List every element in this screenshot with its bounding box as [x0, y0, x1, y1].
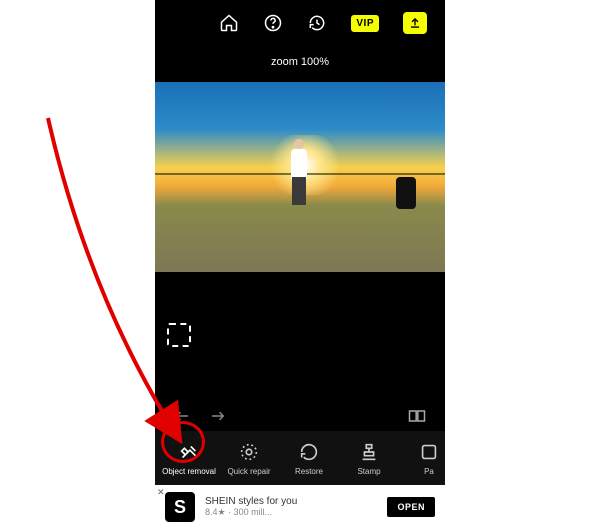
photo-subject-photographer: [396, 177, 422, 217]
compare-icon[interactable]: [407, 406, 427, 426]
tool-restore[interactable]: Restore: [281, 441, 337, 476]
undo-icon[interactable]: [173, 407, 191, 425]
history-bar: [155, 401, 445, 431]
selection-frame-icon[interactable]: [167, 323, 191, 347]
ad-open-button[interactable]: OPEN: [387, 497, 435, 517]
photo-canvas[interactable]: [155, 82, 445, 272]
tool-label: Restore: [295, 467, 323, 476]
ad-title: SHEIN styles for you: [205, 496, 377, 507]
redo-icon[interactable]: [209, 407, 227, 425]
tool-label: Quick repair: [227, 467, 270, 476]
tool-stamp[interactable]: Stamp: [341, 441, 397, 476]
ad-logo: S: [165, 492, 195, 522]
bottom-tool-bar: Object removal Quick repair Restore Stam…: [155, 431, 445, 485]
ad-text-block: SHEIN styles for you 8.4★ · 300 mill...: [205, 496, 377, 518]
canvas-extra-area: [155, 272, 445, 401]
help-icon[interactable]: [263, 13, 283, 33]
app-screen: VIP zoom 100% Object removal: [155, 0, 445, 529]
history-icon[interactable]: [307, 13, 327, 33]
tool-partial[interactable]: Pa: [401, 441, 457, 476]
tool-label: Stamp: [357, 467, 380, 476]
vip-badge[interactable]: VIP: [351, 15, 379, 32]
tool-label: Pa: [424, 467, 434, 476]
top-toolbar: VIP: [155, 0, 445, 46]
ad-subtitle: 8.4★ · 300 mill...: [205, 507, 377, 518]
tool-label: Object removal: [162, 467, 216, 476]
ad-close-icon[interactable]: ✕: [157, 487, 169, 499]
ad-banner[interactable]: ✕ S SHEIN styles for you 8.4★ · 300 mill…: [155, 485, 445, 529]
tool-object-removal[interactable]: Object removal: [161, 441, 217, 476]
home-icon[interactable]: [219, 13, 239, 33]
export-button[interactable]: [403, 12, 427, 34]
tool-quick-repair[interactable]: Quick repair: [221, 441, 277, 476]
photo-subject-girl: [288, 139, 310, 205]
zoom-indicator: zoom 100%: [155, 46, 445, 82]
